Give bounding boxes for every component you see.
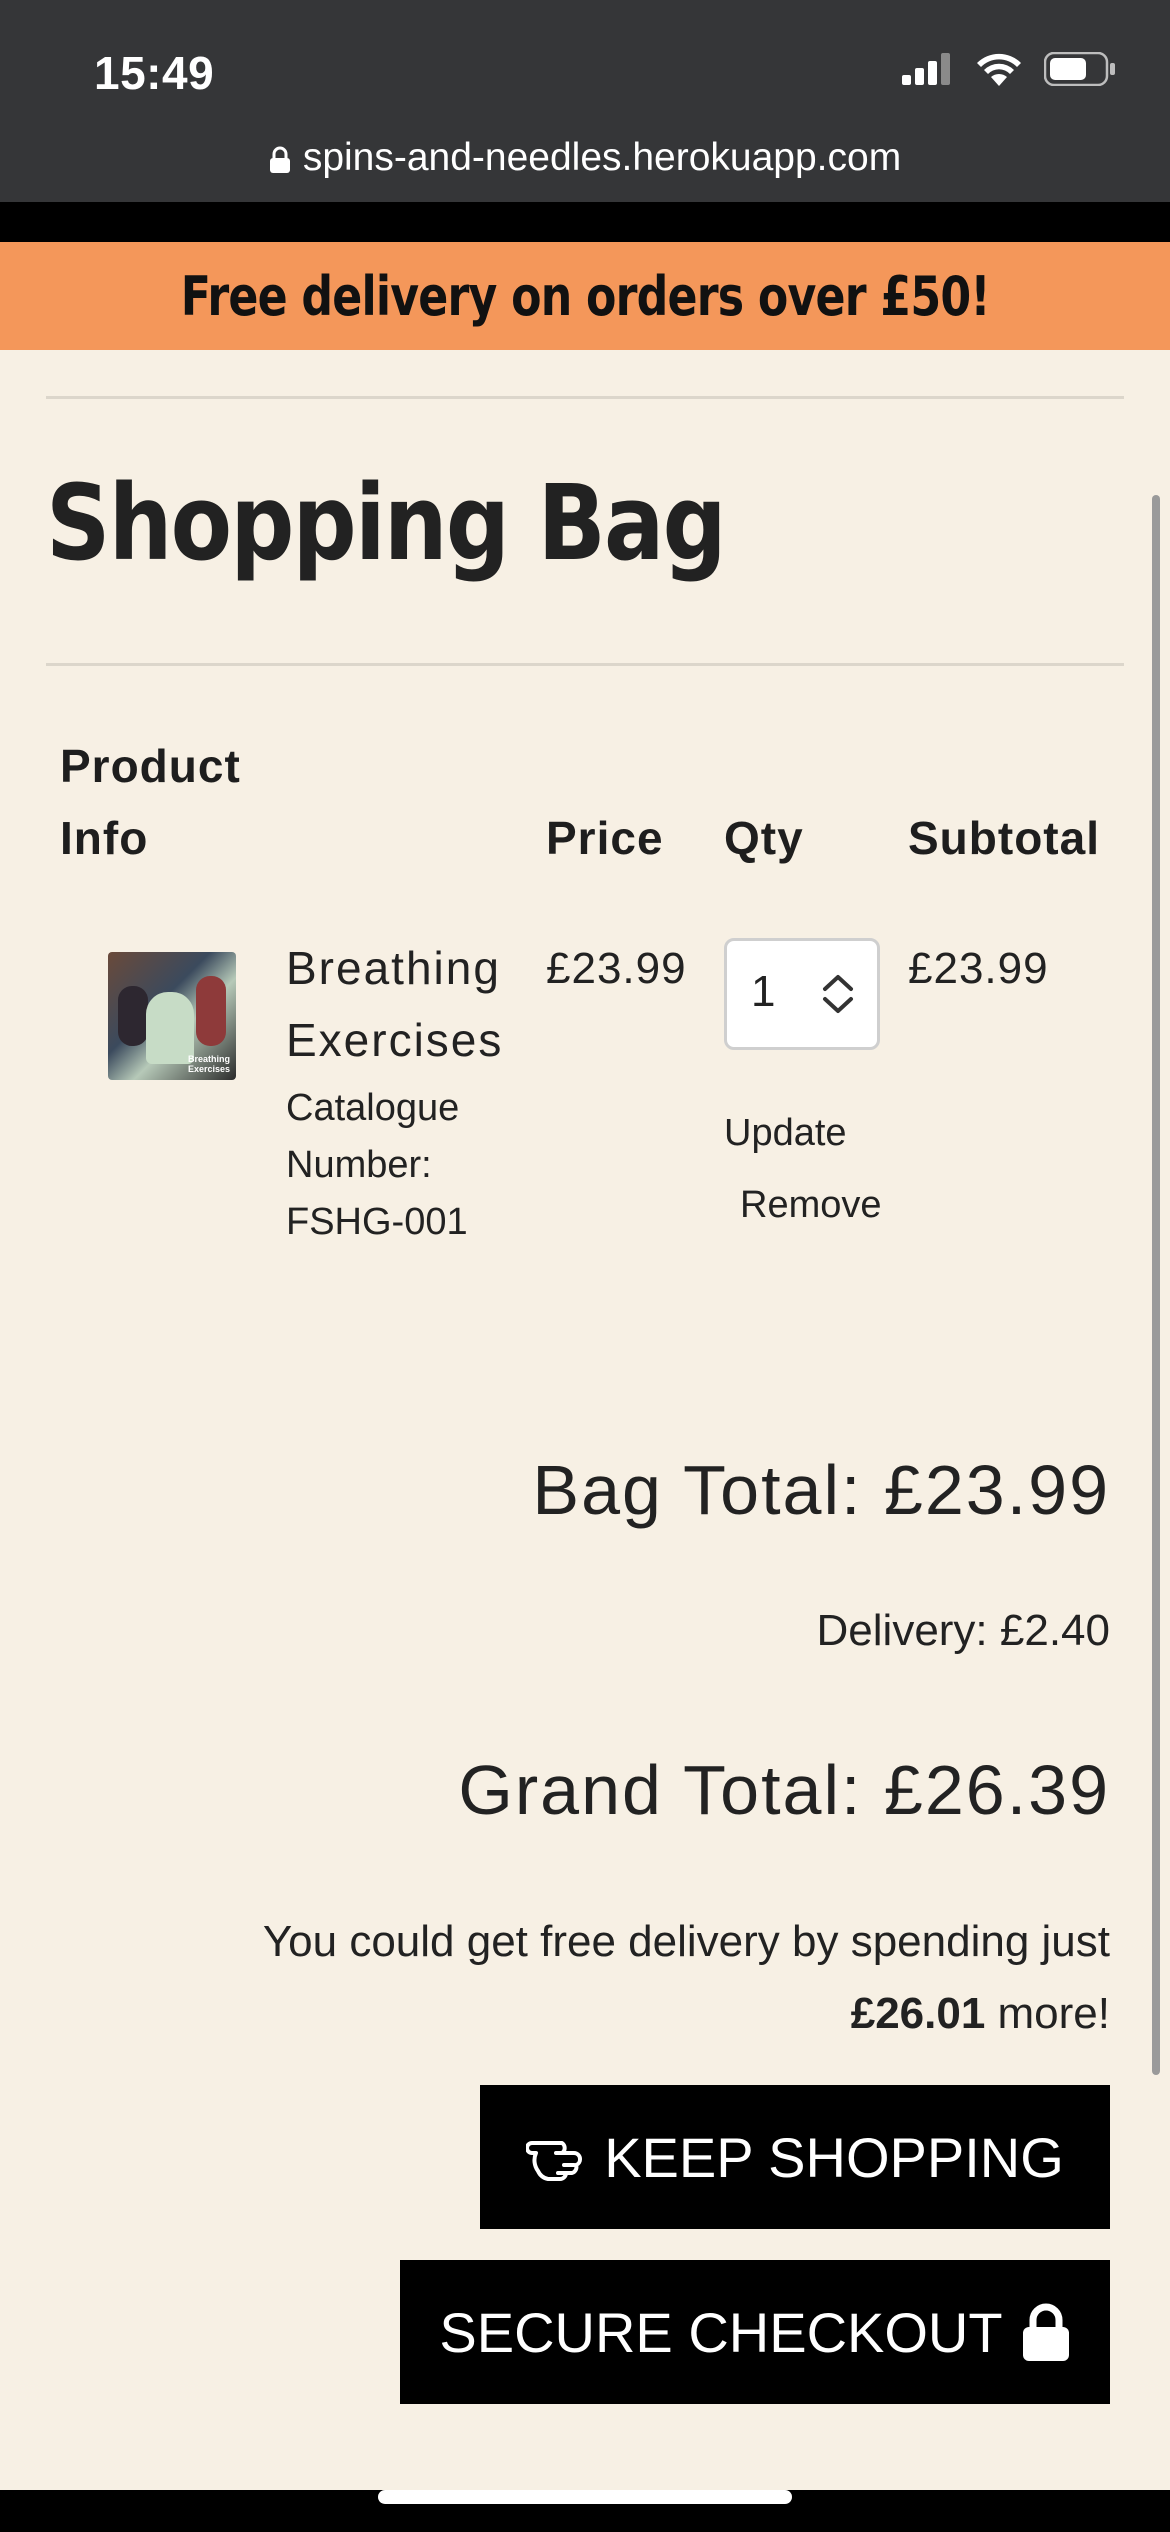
url-bar[interactable]: spins-and-needles.herokuapp.com	[0, 136, 1170, 180]
lock-icon	[1022, 2303, 1069, 2361]
thumbnail-caption-line1: Breathing	[187, 1054, 230, 1064]
wifi-icon	[977, 53, 1021, 86]
header-subtotal: Subtotal	[908, 812, 1100, 864]
row-subtotal: £23.99	[908, 944, 1049, 993]
quantity-stepper[interactable]: 1	[724, 938, 880, 1050]
free-delivery-suffix: more!	[985, 1989, 1110, 2038]
remove-link[interactable]: Remove	[740, 1184, 882, 1227]
page-title: Shopping Bag	[46, 462, 727, 584]
header-product-info-line1: Product	[60, 740, 241, 792]
header-product-info-line2: Info	[60, 812, 149, 864]
signal-icon	[902, 53, 950, 85]
free-delivery-line2: £26.01 more!	[263, 1978, 1110, 2050]
url-text: spins-and-needles.herokuapp.com	[302, 136, 902, 179]
catalogue-line1: Catalogue	[286, 1087, 460, 1129]
catalogue-number: Catalogue Number: FSHG-001	[286, 1080, 468, 1251]
catalogue-line2: Number:	[286, 1144, 432, 1186]
free-delivery-line1: You could get free delivery by spending …	[262, 1917, 1110, 1966]
lock-icon	[269, 146, 290, 173]
product-name-line1: Breathing	[286, 942, 501, 994]
browser-top-bar: 15:49 spins-and-needles.herokuapp.com	[0, 0, 1170, 202]
row-price: £23.99	[546, 944, 687, 993]
keep-shopping-label: KEEP SHOPPING	[604, 2125, 1064, 2189]
free-delivery-amount: £26.01	[850, 1989, 986, 2038]
header-gap	[0, 202, 1170, 242]
delivery-cost: Delivery: £2.40	[816, 1606, 1110, 1655]
product-name-line2: Exercises	[286, 1014, 504, 1066]
home-indicator[interactable]	[378, 2490, 792, 2504]
hand-point-left-icon	[526, 2141, 583, 2181]
keep-shopping-button[interactable]: KEEP SHOPPING	[480, 2085, 1110, 2229]
stepper-arrows-icon[interactable]	[821, 973, 855, 1015]
product-thumbnail[interactable]: Breathing Exercises	[108, 952, 236, 1080]
promo-banner: Free delivery on orders over £50!	[0, 242, 1170, 350]
header-product-info: Product Info	[60, 730, 241, 874]
update-link[interactable]: Update	[724, 1112, 847, 1155]
battery-icon	[1044, 52, 1115, 86]
product-name[interactable]: Breathing Exercises	[286, 932, 503, 1076]
divider	[46, 396, 1124, 399]
status-time: 15:49	[94, 47, 215, 99]
quantity-value: 1	[751, 967, 776, 1016]
catalogue-line3: FSHG-001	[286, 1201, 468, 1243]
status-icons	[902, 52, 1116, 86]
grand-total: Grand Total: £26.39	[458, 1751, 1110, 1829]
header-qty: Qty	[724, 812, 804, 864]
free-delivery-message: You could get free delivery by spending …	[263, 1906, 1110, 2050]
scrollbar[interactable]	[1152, 495, 1160, 2075]
page-content: Shopping Bag Product Info Price Qty Subt…	[0, 350, 1170, 2490]
thumbnail-caption: Breathing Exercises	[188, 1054, 230, 1074]
divider	[46, 663, 1124, 666]
secure-checkout-button[interactable]: SECURE CHECKOUT	[400, 2260, 1110, 2404]
bag-total: Bag Total: £23.99	[532, 1451, 1110, 1529]
secure-checkout-label: SECURE CHECKOUT	[439, 2300, 1003, 2364]
promo-text: Free delivery on orders over £50!	[180, 264, 991, 328]
header-price: Price	[546, 812, 664, 864]
thumbnail-caption-line2: Exercises	[187, 1064, 230, 1074]
